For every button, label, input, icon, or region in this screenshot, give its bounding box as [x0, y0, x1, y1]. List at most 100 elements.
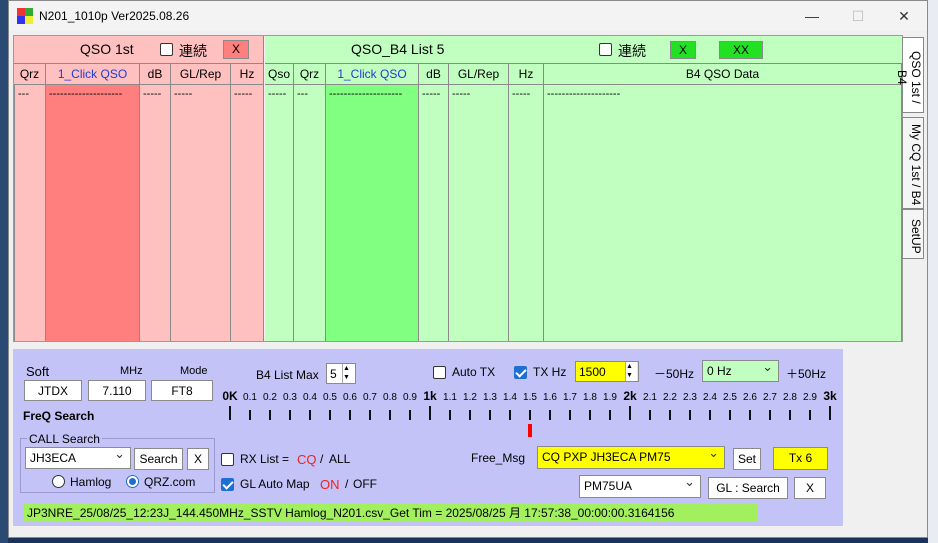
- col-header-glrep[interactable]: GL/Rep: [171, 63, 231, 85]
- col-header-qrz[interactable]: Qrz: [14, 63, 46, 85]
- freq-search-label[interactable]: FreQ Search: [23, 409, 94, 423]
- qsob4-data-cell[interactable]: --------------------: [544, 85, 902, 341]
- auto-tx-checkbox[interactable]: [433, 365, 446, 380]
- tx-hz-spinner[interactable]: 1500 ▲ ▼: [575, 361, 639, 382]
- close-button[interactable]: ✕: [881, 1, 927, 31]
- scale-tick: [789, 410, 791, 420]
- control-panel: Soft MHz Mode JTDX 7.110 FT8 FreQ Search…: [13, 349, 843, 526]
- hamlog-radio[interactable]: [52, 474, 65, 489]
- b4-col-header-hz[interactable]: Hz: [509, 63, 544, 85]
- qso1st-x-button[interactable]: X: [223, 40, 249, 59]
- qso1st-renzoku-checkbox[interactable]: [160, 42, 173, 57]
- free-msg-label: Free_Msg: [471, 451, 526, 465]
- b4-col-header-data[interactable]: B4 QSO Data: [544, 63, 902, 85]
- scale-tick: [229, 406, 231, 420]
- qsob4-1click-cell[interactable]: --------------------: [326, 85, 419, 341]
- free-msg-set-button[interactable]: Set: [733, 448, 761, 470]
- tx-frequency-marker[interactable]: [528, 424, 532, 437]
- call-search-label: CALL Search: [27, 432, 102, 446]
- rx-list-checkbox[interactable]: [221, 452, 234, 467]
- scale-label: 3k: [823, 389, 837, 403]
- b4-col-header-1click[interactable]: 1_Click QSO: [326, 63, 419, 85]
- gl-auto-map-on[interactable]: ON: [320, 477, 340, 492]
- scale-tick: [489, 410, 491, 420]
- tx-6-button[interactable]: Tx 6: [773, 447, 828, 470]
- qso1st-renzoku-label: 連続: [179, 43, 207, 59]
- rx-list-all[interactable]: ALL: [329, 452, 350, 466]
- hz-offset-select[interactable]: 0 Hz: [702, 357, 779, 382]
- b4-col-header-glrep[interactable]: GL/Rep: [449, 63, 509, 85]
- tab-my-cq[interactable]: My CQ 1st / B4: [902, 117, 924, 209]
- scale-tick: [569, 410, 571, 420]
- scale-tick: [529, 410, 531, 420]
- gl-search-button[interactable]: GL : Search: [708, 477, 788, 499]
- gl-x-button[interactable]: X: [794, 477, 826, 499]
- window-title: N201_1010p Ver2025.08.26: [39, 9, 190, 23]
- gl-auto-map-checkbox[interactable]: [221, 477, 234, 492]
- scale-tick: [749, 410, 751, 420]
- tab-setup[interactable]: SetUP: [902, 209, 924, 259]
- rx-list-slash: /: [320, 452, 324, 466]
- qsob4-title: QSO_B4 List 5: [351, 41, 445, 57]
- mhz-field[interactable]: 7.110: [88, 380, 146, 401]
- b4-col-header-db[interactable]: dB: [419, 63, 449, 85]
- title-bar: N201_1010p Ver2025.08.26 — ☐ ✕: [9, 1, 927, 31]
- scale-tick: [609, 410, 611, 420]
- tx-hz-label: TX Hz: [533, 365, 567, 379]
- qso1st-title: QSO 1st: [80, 41, 134, 57]
- scale-tick: [689, 410, 691, 420]
- qsob4-qrz-cell[interactable]: ---: [294, 85, 326, 341]
- scale-tick: [769, 410, 771, 420]
- b4-list-max-label: B4 List Max: [256, 368, 319, 382]
- qso1st-qrz-cell[interactable]: ---: [14, 85, 46, 341]
- b4-col-header-qrz[interactable]: Qrz: [294, 63, 326, 85]
- frequency-scale[interactable]: 0K 0.1 0.2 0.3 0.4 0.5 0.6 0.7 0.8 0.9 1k 1.1 1.2 1.3…: [222, 389, 843, 439]
- scale-tick: [249, 410, 251, 420]
- desktop-left-edge: [0, 0, 8, 543]
- tx-hz-checkbox[interactable]: [514, 365, 527, 380]
- call-x-button[interactable]: X: [187, 448, 209, 470]
- col-header-1click[interactable]: 1_Click QSO: [46, 63, 140, 85]
- tx-hz-value: 1500: [579, 365, 606, 379]
- qsob4-renzoku-checkbox[interactable]: [599, 42, 612, 57]
- call-select[interactable]: JH3ECA: [25, 444, 131, 469]
- free-msg-select[interactable]: CQ PXP JH3ECA PM75: [537, 443, 725, 469]
- scale-tick: [729, 410, 731, 420]
- minimize-button[interactable]: —: [789, 1, 835, 31]
- maximize-button[interactable]: ☐: [835, 1, 881, 31]
- col-header-hz[interactable]: Hz: [231, 63, 264, 85]
- col-header-db[interactable]: dB: [140, 63, 171, 85]
- qsob4-xx-button[interactable]: XX: [719, 41, 763, 59]
- qsob4-glrep-cell[interactable]: -----: [449, 85, 509, 341]
- mode-field[interactable]: FT8: [151, 380, 213, 401]
- tx-hz-arrows-icon[interactable]: ▲ ▼: [625, 362, 637, 381]
- scale-tick: [809, 410, 811, 420]
- gl-select[interactable]: PM75UA: [579, 472, 701, 498]
- b4-col-header-qso[interactable]: Qso: [265, 63, 294, 85]
- rx-list-cq[interactable]: CQ: [297, 452, 317, 467]
- call-search-button[interactable]: Search: [134, 448, 183, 470]
- plus-50hz-label: ＋50Hz: [786, 367, 827, 381]
- qso1st-db-cell[interactable]: -----: [140, 85, 171, 341]
- status-bar: JP3NRE_25/08/25_12:23J_144.450MHz_SSTV H…: [23, 504, 758, 522]
- gl-auto-map-slash: /: [345, 477, 349, 491]
- qso1st-1click-cell[interactable]: --------------------: [46, 85, 140, 341]
- scale-tick: [669, 410, 671, 420]
- spinner-arrows-icon[interactable]: ▲ ▼: [342, 364, 354, 383]
- scale-tick: [629, 406, 631, 420]
- gl-auto-map-label: GL Auto Map: [240, 477, 310, 491]
- soft-label: Soft: [26, 364, 50, 379]
- scale-tick: [589, 410, 591, 420]
- qsob4-hz-cell[interactable]: -----: [509, 85, 544, 341]
- qso1st-glrep-cell[interactable]: -----: [171, 85, 231, 341]
- qsob4-x-button[interactable]: X: [670, 41, 696, 59]
- scale-tick: [829, 406, 831, 420]
- qsob4-qso-cell[interactable]: -----: [265, 85, 294, 341]
- qso1st-hz-cell[interactable]: -----: [231, 85, 264, 341]
- tab-qso-1st-b4[interactable]: QSO 1st / B4: [895, 37, 924, 113]
- b4-list-max-spinner[interactable]: 5 ▲ ▼: [326, 363, 356, 384]
- qsob4-db-cell[interactable]: -----: [419, 85, 449, 341]
- qrz-radio[interactable]: [126, 474, 139, 489]
- gl-auto-map-off[interactable]: OFF: [353, 477, 377, 491]
- soft-field[interactable]: JTDX: [24, 380, 82, 401]
